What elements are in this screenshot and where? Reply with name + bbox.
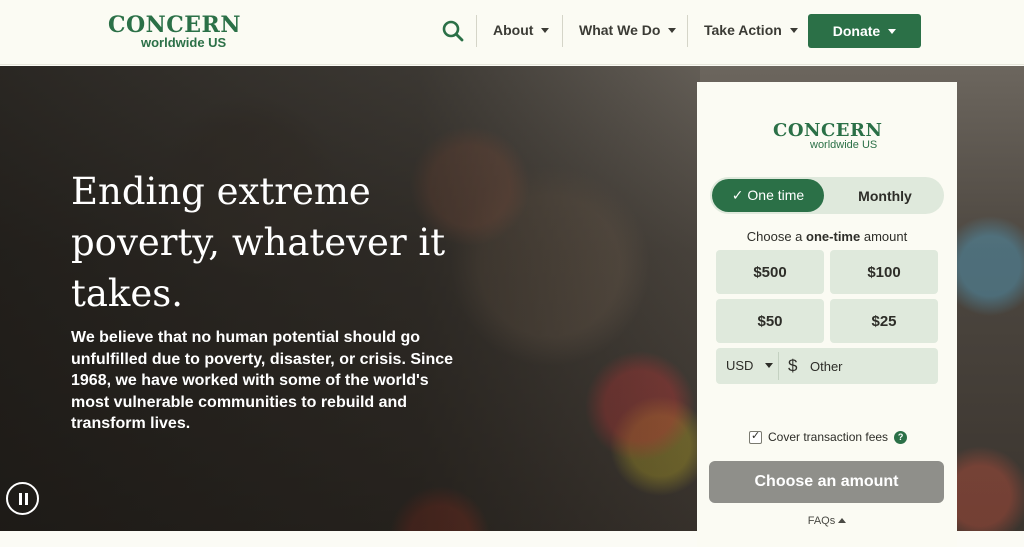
frequency-toggle: ✓ One time Monthly bbox=[710, 177, 944, 214]
logo-wordmark: CONCERN bbox=[773, 120, 883, 141]
donate-button[interactable]: Donate bbox=[808, 14, 921, 48]
currency-symbol: $ bbox=[788, 356, 798, 375]
chevron-up-icon bbox=[838, 518, 847, 523]
nav-divider bbox=[562, 15, 563, 47]
chevron-down-icon bbox=[789, 28, 798, 33]
nav-take-action[interactable]: Take Action bbox=[704, 22, 798, 38]
currency-select[interactable]: USD bbox=[726, 358, 774, 373]
nav-what-we-do-label: What We Do bbox=[579, 22, 661, 38]
chevron-down-icon bbox=[765, 363, 774, 368]
cover-fees-label[interactable]: Cover transaction fees bbox=[768, 430, 888, 444]
cover-fees-row: Cover transaction fees ? bbox=[749, 429, 908, 444]
chevron-down-icon bbox=[668, 28, 677, 33]
concern-logo[interactable]: CONCERN worldwide US bbox=[108, 12, 240, 52]
amount-option-500[interactable]: $500 bbox=[716, 250, 824, 294]
chevron-down-icon bbox=[888, 28, 897, 34]
monthly-button[interactable]: Monthly bbox=[828, 179, 942, 212]
logo-subtitle: worldwide US bbox=[810, 139, 878, 151]
donation-form: CONCERN worldwide US ✓ One time Monthly … bbox=[697, 82, 957, 547]
faqs-toggle[interactable]: FAQs bbox=[697, 515, 957, 527]
card-logo: CONCERN worldwide US bbox=[773, 120, 883, 156]
nav-about-label: About bbox=[493, 22, 534, 38]
divider bbox=[778, 352, 779, 380]
pause-icon[interactable] bbox=[6, 482, 39, 515]
choose-amount-button[interactable]: Choose an amount bbox=[709, 461, 944, 503]
nav-divider bbox=[476, 15, 477, 47]
amount-prompt-suffix: amount bbox=[863, 229, 908, 244]
one-time-button[interactable]: ✓ One time bbox=[712, 179, 824, 212]
cover-fees-checkbox[interactable] bbox=[749, 429, 762, 444]
search-icon[interactable] bbox=[440, 18, 466, 44]
hero-description: We believe that no human potential shoul… bbox=[71, 329, 454, 432]
nav-about[interactable]: About bbox=[493, 22, 550, 38]
nav-take-action-label: Take Action bbox=[704, 22, 782, 38]
amount-prompt: Choose a one-time amount bbox=[697, 229, 957, 244]
chevron-down-icon bbox=[541, 28, 550, 33]
nav-divider bbox=[687, 15, 688, 47]
other-amount-input[interactable] bbox=[810, 354, 930, 378]
amount-option-50[interactable]: $50 bbox=[716, 299, 824, 343]
logo-subtitle: worldwide US bbox=[141, 35, 227, 50]
site-header: CONCERN worldwide US About What We Do Ta… bbox=[0, 0, 1024, 65]
amount-prompt-frequency: one-time bbox=[806, 229, 861, 244]
amount-prompt-prefix: Choose a bbox=[746, 229, 803, 244]
amount-option-100[interactable]: $100 bbox=[830, 250, 938, 294]
faqs-label: FAQs bbox=[807, 515, 836, 527]
other-amount-row: USD $ bbox=[716, 348, 938, 384]
help-icon[interactable]: ? bbox=[894, 430, 908, 444]
donate-label: Donate bbox=[832, 23, 881, 39]
currency-value: USD bbox=[726, 358, 754, 373]
nav-what-we-do[interactable]: What We Do bbox=[579, 22, 677, 38]
amount-option-25[interactable]: $25 bbox=[830, 299, 938, 343]
hero-title: Ending extreme poverty, whatever it take… bbox=[71, 170, 446, 315]
